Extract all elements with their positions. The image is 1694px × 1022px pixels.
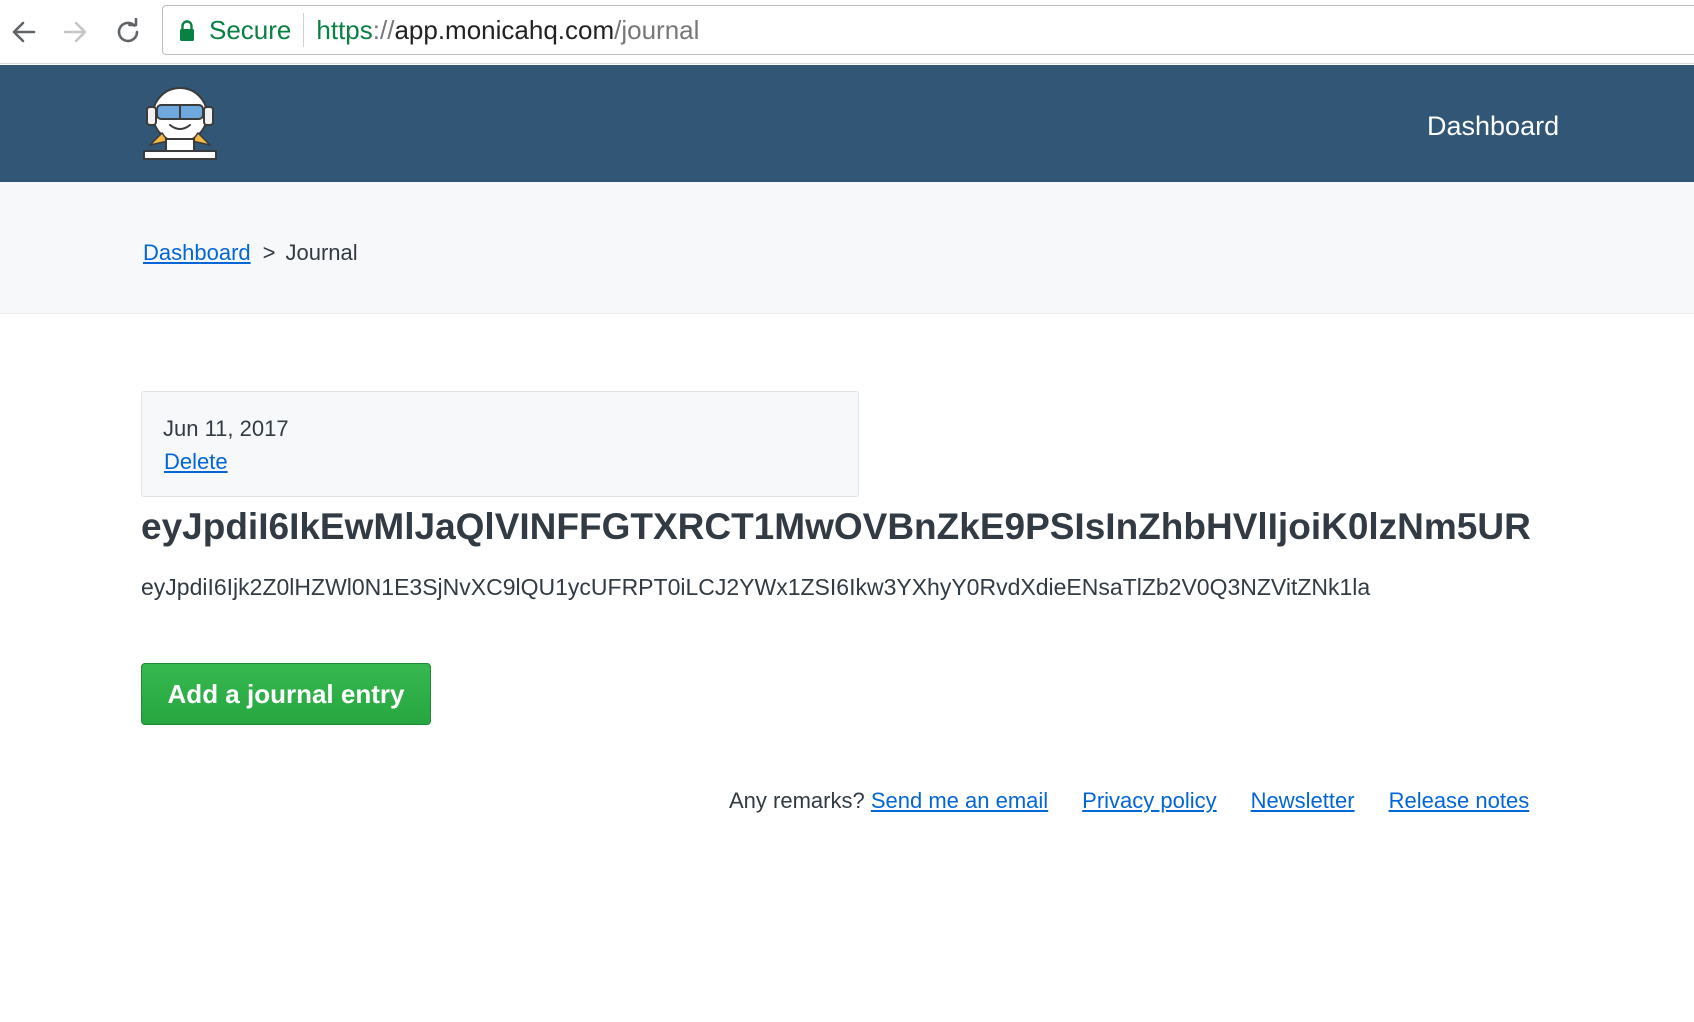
header-nav-dashboard[interactable]: Dashboard	[1427, 111, 1559, 142]
entry-title: eyJpdiI6IkEwMlJaQlVINFFGTXRCT1MwOVBnZkE9…	[141, 506, 1531, 547]
add-journal-entry-button[interactable]: Add a journal entry	[141, 663, 431, 725]
breadcrumb-separator: >	[262, 240, 276, 265]
breadcrumb-dashboard-link[interactable]: Dashboard	[143, 240, 251, 265]
reload-button[interactable]	[106, 10, 150, 54]
breadcrumb: Dashboard > Journal	[143, 240, 358, 266]
back-button[interactable]	[2, 10, 46, 54]
url-path: /journal	[614, 14, 700, 45]
footer-email-link[interactable]: Send me an email	[871, 788, 1048, 813]
forward-button[interactable]	[53, 10, 97, 54]
monica-logo[interactable]	[140, 81, 220, 165]
footer-privacy-link[interactable]: Privacy policy	[1082, 788, 1216, 813]
url-host: app.monicahq.com	[394, 14, 615, 45]
lock-icon	[179, 18, 197, 42]
arrow-right-icon	[63, 21, 87, 43]
app-header: Dashboard	[0, 65, 1694, 182]
secure-label: Secure	[209, 14, 292, 45]
entry-date: Jun 11, 2017	[163, 416, 289, 441]
omnibox-divider	[303, 13, 305, 47]
footer-newsletter-link[interactable]: Newsletter	[1251, 788, 1355, 813]
footer: Any remarks? Send me an email Privacy pol…	[729, 788, 1529, 814]
browser-toolbar: Secure https://app.monicahq.com/journal	[0, 0, 1694, 64]
footer-remarks-label: Any remarks?	[729, 788, 865, 813]
breadcrumb-current: Journal	[285, 240, 358, 265]
arrow-left-icon	[12, 21, 36, 43]
breadcrumb-section: Dashboard > Journal	[0, 182, 1694, 314]
journal-entry-meta: Jun 11, 2017 Delete	[141, 391, 859, 497]
url-separator: ://	[372, 14, 395, 45]
entry-body: eyJpdiI6Ijk2Z0lHZWl0N1E3SjNvXC9lQU1ycUFR…	[141, 574, 1371, 600]
footer-release-notes-link[interactable]: Release notes	[1389, 788, 1530, 813]
delete-entry-link[interactable]: Delete	[164, 449, 228, 475]
reload-icon	[117, 18, 139, 43]
address-bar[interactable]: Secure https://app.monicahq.com/journal	[162, 5, 1694, 55]
url-scheme: https	[316, 14, 373, 45]
